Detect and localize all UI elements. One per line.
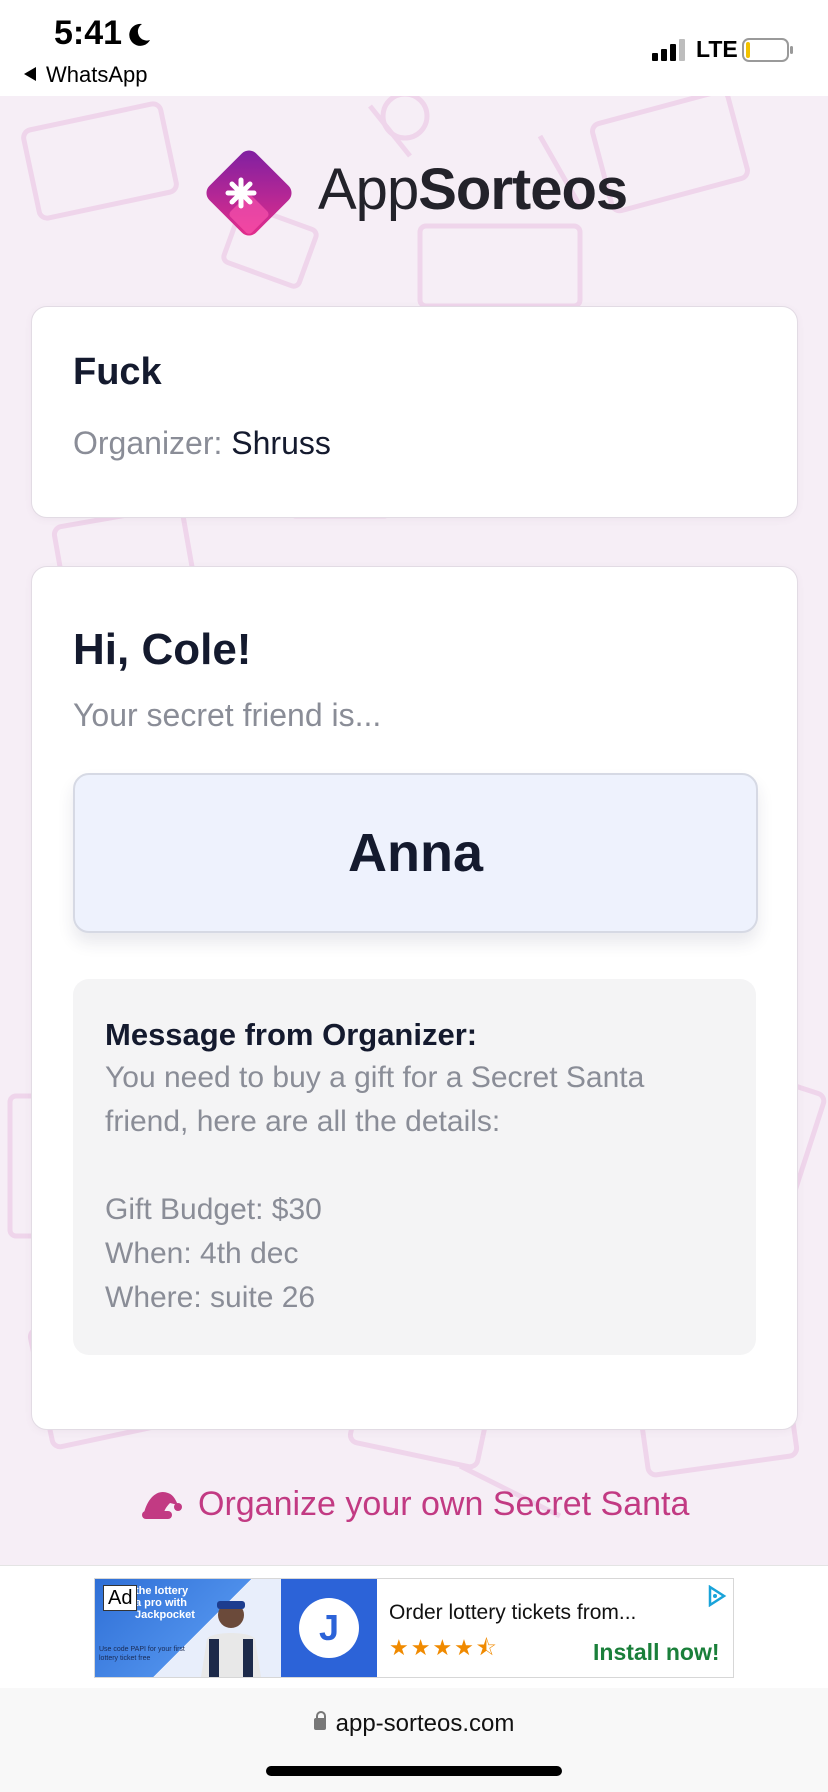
brand-name-bold: Sorteos [418, 157, 628, 222]
url-display: app-sorteos.com [0, 1710, 828, 1738]
battery-icon [742, 38, 793, 62]
result-card: Hi, Cole! Your secret friend is... Anna … [31, 566, 798, 1430]
appsorteos-logo-icon [206, 150, 292, 236]
message-line: Where: suite 26 [105, 1281, 316, 1314]
adchoices-icon[interactable] [705, 1585, 727, 1607]
ad-title: Order lottery tickets from... [389, 1601, 637, 1624]
url-text: app-sorteos.com [335, 1710, 515, 1737]
organizer-line: Organizer: Shruss [73, 425, 331, 462]
back-app-label: WhatsApp [46, 62, 148, 87]
organizer-name: Shruss [231, 425, 331, 461]
organize-secret-santa-link[interactable]: Organize your own Secret Santa [140, 1482, 689, 1526]
message-heading: Message from Organizer: [105, 1017, 478, 1052]
ad-image-promo: Use code PAPI for your first lottery tic… [99, 1646, 185, 1662]
back-to-app-button[interactable]: WhatsApp [24, 62, 148, 88]
lock-icon [313, 1711, 326, 1730]
ad-banner[interactable]: the lottery a pro with Jackpocket Use co… [94, 1578, 734, 1678]
back-arrow-icon [24, 67, 36, 82]
network-type: LTE [696, 36, 738, 62]
browser-url-bar[interactable]: app-sorteos.com [0, 1688, 828, 1792]
message-line: Gift Budget: $30 [105, 1193, 322, 1226]
ad-app-logo: J [281, 1579, 377, 1677]
ad-image-text: the lottery a pro with Jackpocket [135, 1585, 195, 1621]
message-line: friend, here are all the details: [105, 1105, 501, 1138]
greeting: Hi, Cole! [73, 625, 252, 674]
moon-icon [129, 23, 150, 46]
ad-install-button[interactable]: Install now! [593, 1639, 720, 1666]
organize-link-label: Organize your own Secret Santa [198, 1484, 690, 1523]
secret-friend-box: Anna [73, 773, 758, 933]
signal-icon [652, 39, 685, 61]
organizer-label: Organizer: [73, 425, 223, 461]
ad-person-image [201, 1601, 261, 1677]
message-line: You need to buy a gift for a Secret Sant… [105, 1061, 645, 1094]
brand-name-light: App [318, 157, 419, 222]
ad-logo-letter: J [299, 1598, 359, 1658]
result-subtitle: Your secret friend is... [73, 697, 382, 733]
draw-info-card: Fuck Organizer: Shruss [31, 306, 798, 518]
secret-friend-name: Anna [348, 823, 483, 883]
status-time: 5:41 [54, 14, 123, 52]
santa-hat-icon [142, 1491, 182, 1519]
status-bar: 5:41 WhatsApp LTE [0, 0, 828, 96]
home-indicator[interactable] [266, 1766, 562, 1776]
message-line: When: 4th dec [105, 1237, 299, 1270]
organizer-message-box: Message from Organizer: You need to buy … [73, 979, 756, 1355]
draw-title: Fuck [73, 351, 162, 393]
ad-badge: Ad [103, 1585, 138, 1611]
brand-name: AppSorteos [318, 156, 628, 223]
ad-image: the lottery a pro with Jackpocket Use co… [95, 1579, 281, 1677]
ad-banner-bar: the lottery a pro with Jackpocket Use co… [0, 1565, 828, 1689]
ad-rating-stars: ★★★★⯪ [389, 1635, 499, 1660]
